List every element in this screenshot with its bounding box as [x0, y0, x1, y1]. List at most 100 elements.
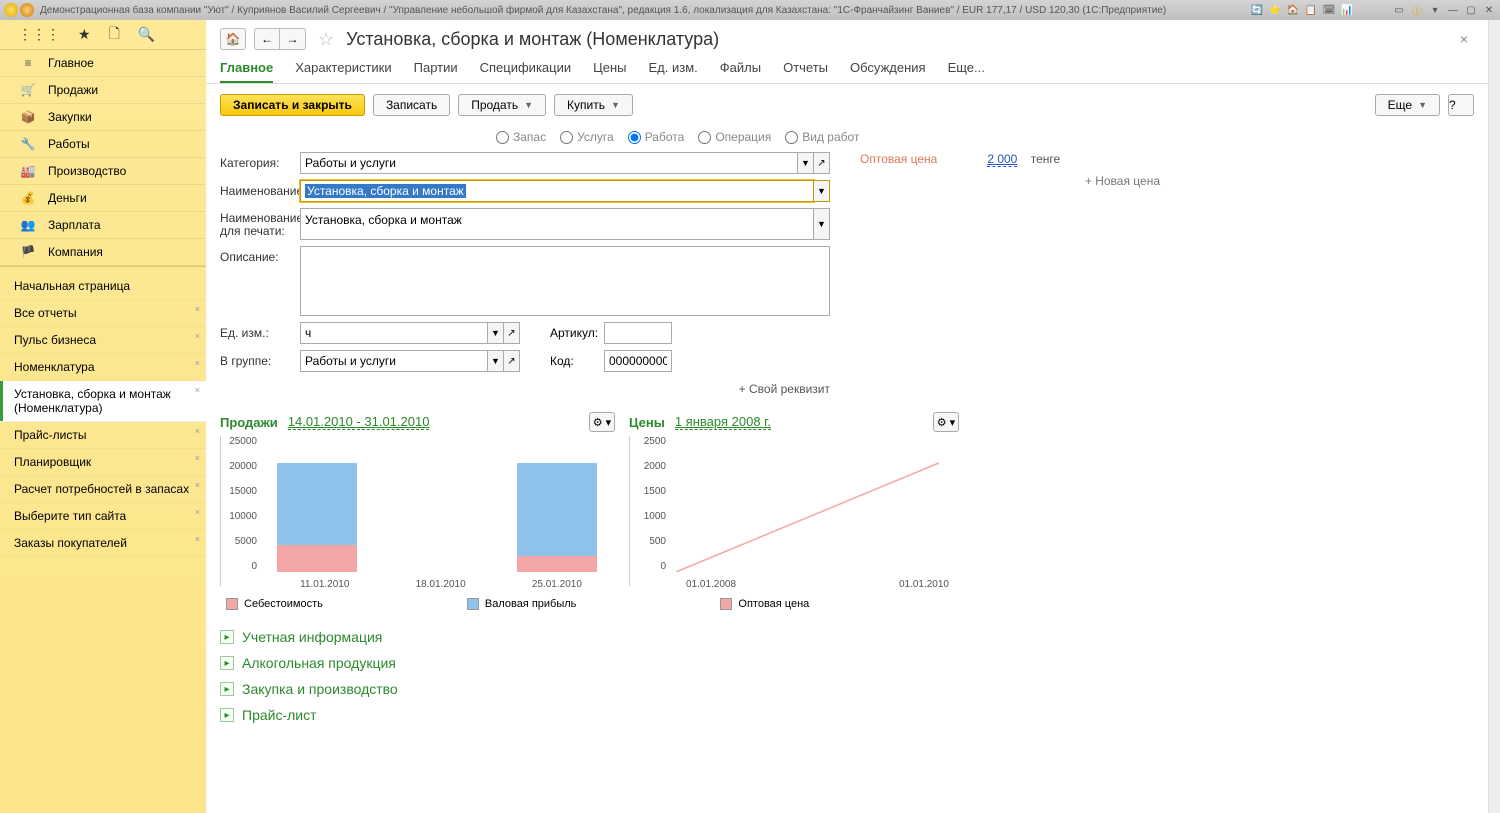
wholesale-price-value[interactable]: 2 000	[987, 152, 1017, 167]
description-input[interactable]	[300, 246, 830, 316]
maximize-icon[interactable]: ▢	[1464, 3, 1478, 17]
vertical-scrollbar[interactable]	[1488, 20, 1500, 813]
category-input[interactable]	[300, 152, 798, 174]
sidebar-sub-item[interactable]: Начальная страница	[0, 273, 206, 300]
add-requisite-link[interactable]: + Свой реквизит	[220, 378, 830, 400]
close-tab-icon[interactable]: ×	[195, 358, 200, 368]
sidebar-main-item[interactable]: 📦Закупки	[0, 104, 206, 131]
tb-info-icon[interactable]: ⓘ	[1410, 3, 1424, 17]
unit-open-icon[interactable]: ↗	[504, 322, 520, 344]
prices-chart-settings[interactable]: ⚙▾	[933, 412, 959, 432]
sidebar-sub-item[interactable]: Выберите тип сайта×	[0, 503, 206, 530]
radio-input[interactable]	[785, 131, 798, 144]
close-window-icon[interactable]: ✕	[1482, 3, 1496, 17]
group-input[interactable]	[300, 350, 488, 372]
print-name-dropdown-icon[interactable]: ▼	[814, 208, 830, 240]
sales-chart-period[interactable]: 14.01.2010 - 31.01.2010	[288, 414, 430, 430]
back-button[interactable]: ←	[254, 28, 280, 50]
sidebar-sub-item[interactable]: Прайс-листы×	[0, 422, 206, 449]
sidebar-main-item[interactable]: 💰Деньги	[0, 185, 206, 212]
sidebar-main-item[interactable]: 🛒Продажи	[0, 77, 206, 104]
expander-item[interactable]: ▸Прайс-лист	[220, 702, 1474, 728]
expander-item[interactable]: ▸Учетная информация	[220, 624, 1474, 650]
code-input[interactable]	[604, 350, 672, 372]
sidebar-main-item[interactable]: 🏭Производство	[0, 158, 206, 185]
home-button[interactable]: 🏠	[220, 28, 246, 50]
radio-input[interactable]	[560, 131, 573, 144]
sidebar-main-item[interactable]: 🏴Компания	[0, 239, 206, 266]
sidebar-main-item[interactable]: 🔧Работы	[0, 131, 206, 158]
article-input[interactable]	[604, 322, 672, 344]
clipboard-icon[interactable]: 🗋	[109, 23, 120, 47]
tab[interactable]: Главное	[220, 60, 273, 83]
sidebar-sub-item[interactable]: Номенклатура×	[0, 354, 206, 381]
close-page-icon[interactable]: ×	[1460, 31, 1474, 47]
expander-item[interactable]: ▸Алкогольная продукция	[220, 650, 1474, 676]
prices-chart-period[interactable]: 1 января 2008 г.	[675, 414, 771, 430]
tb-window-icon[interactable]: ▭	[1392, 3, 1406, 17]
tab[interactable]: Обсуждения	[850, 60, 926, 83]
type-radio[interactable]: Операция	[698, 130, 771, 144]
sidebar-sub-item[interactable]: Заказы покупателей×	[0, 530, 206, 557]
close-tab-icon[interactable]: ×	[195, 534, 200, 544]
sidebar-sub-item[interactable]: Планировщик×	[0, 449, 206, 476]
sidebar-sub-item[interactable]: Установка, сборка и монтаж (Номенклатура…	[0, 381, 206, 422]
tb-icon-3[interactable]: 🏠	[1286, 3, 1300, 17]
unit-input[interactable]	[300, 322, 488, 344]
group-open-icon[interactable]: ↗	[504, 350, 520, 372]
close-tab-icon[interactable]: ×	[195, 385, 200, 395]
expander-item[interactable]: ▸Закупка и производство	[220, 676, 1474, 702]
close-tab-icon[interactable]: ×	[195, 480, 200, 490]
close-tab-icon[interactable]: ×	[195, 426, 200, 436]
sell-button[interactable]: Продать▼	[458, 94, 546, 116]
buy-button[interactable]: Купить▼	[554, 94, 633, 116]
radio-input[interactable]	[698, 131, 711, 144]
group-dropdown-icon[interactable]: ▼	[488, 350, 504, 372]
sidebar-sub-item[interactable]: Все отчеты×	[0, 300, 206, 327]
favorite-toggle-icon[interactable]: ☆	[318, 29, 334, 50]
type-radio[interactable]: Услуга	[560, 130, 614, 144]
name-input[interactable]: Установка, сборка и монтаж	[300, 180, 814, 202]
tb-icon-6[interactable]: 📊	[1340, 3, 1354, 17]
tab[interactable]: Цены	[593, 60, 626, 83]
forward-button[interactable]: →	[280, 28, 306, 50]
minimize-icon[interactable]: —	[1446, 3, 1460, 17]
close-tab-icon[interactable]: ×	[195, 331, 200, 341]
favorite-icon[interactable]: ★	[78, 26, 91, 43]
sidebar-main-item[interactable]: ≡Главное	[0, 50, 206, 77]
tab[interactable]: Файлы	[720, 60, 761, 83]
new-price-link[interactable]: + Новая цена	[1085, 174, 1160, 188]
sales-chart-settings[interactable]: ⚙▾	[589, 412, 615, 432]
close-tab-icon[interactable]: ×	[195, 453, 200, 463]
tab[interactable]: Еще...	[948, 60, 985, 83]
save-button[interactable]: Записать	[373, 94, 450, 116]
category-open-icon[interactable]: ↗	[814, 152, 830, 174]
unit-dropdown-icon[interactable]: ▼	[488, 322, 504, 344]
tb-icon-1[interactable]: 🔄	[1250, 3, 1264, 17]
sidebar-sub-item[interactable]: Пульс бизнеса×	[0, 327, 206, 354]
tab[interactable]: Отчеты	[783, 60, 828, 83]
tb-icon-2[interactable]: ⭐	[1268, 3, 1282, 17]
tb-icon-4[interactable]: 📋	[1304, 3, 1318, 17]
radio-input[interactable]	[496, 131, 509, 144]
close-tab-icon[interactable]: ×	[195, 507, 200, 517]
type-radio[interactable]: Запас	[496, 130, 546, 144]
name-dropdown-icon[interactable]: ▼	[814, 180, 830, 202]
app-menu-icon[interactable]	[20, 3, 34, 17]
type-radio[interactable]: Работа	[628, 130, 685, 144]
more-button[interactable]: Еще▼	[1375, 94, 1440, 116]
help-button[interactable]: ?	[1448, 94, 1474, 116]
apps-icon[interactable]: ⋮⋮⋮	[18, 26, 60, 43]
save-close-button[interactable]: Записать и закрыть	[220, 94, 365, 116]
sidebar-main-item[interactable]: 👥Зарплата	[0, 212, 206, 239]
close-tab-icon[interactable]: ×	[195, 304, 200, 314]
radio-input[interactable]	[628, 131, 641, 144]
search-icon[interactable]: 🔍	[138, 26, 155, 43]
tab[interactable]: Спецификации	[480, 60, 572, 83]
tab[interactable]: Партии	[414, 60, 458, 83]
sidebar-sub-item[interactable]: Расчет потребностей в запасах×	[0, 476, 206, 503]
tab[interactable]: Характеристики	[295, 60, 391, 83]
type-radio[interactable]: Вид работ	[785, 130, 859, 144]
tb-caret-icon[interactable]: ▾	[1428, 3, 1442, 17]
category-dropdown-icon[interactable]: ▼	[798, 152, 814, 174]
